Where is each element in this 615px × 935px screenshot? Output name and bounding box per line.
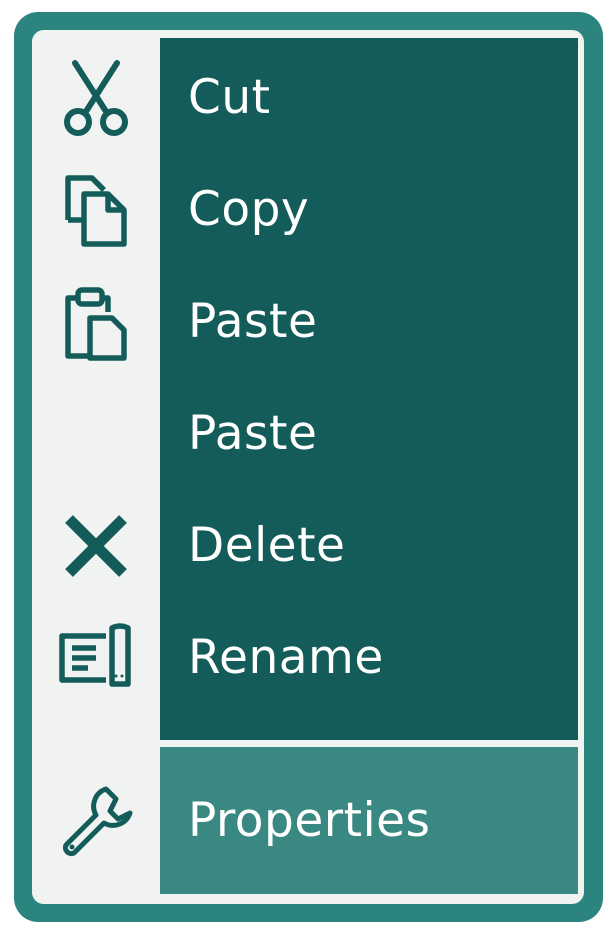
empty-icon-slot <box>32 378 160 490</box>
menu-item-delete[interactable]: Delete <box>32 490 578 602</box>
menu-item-label: Paste <box>188 294 318 349</box>
wrench-icon <box>32 747 160 894</box>
menu-item-cut[interactable]: Cut <box>32 42 578 154</box>
menu-item-label: Delete <box>188 518 346 573</box>
context-menu-body: Cut Copy Paste Paste Delete Rename Prope… <box>32 30 584 904</box>
menu-item-label: Cut <box>188 70 271 125</box>
menu-item-properties[interactable]: Properties <box>32 747 578 894</box>
menu-item-paste-2[interactable]: Paste <box>32 378 578 490</box>
copy-icon <box>32 154 160 266</box>
menu-item-rename[interactable]: Rename <box>32 602 578 714</box>
menu-item-label: Rename <box>188 630 384 685</box>
menu-item-label: Properties <box>188 793 431 848</box>
menu-item-copy[interactable]: Copy <box>32 154 578 266</box>
menu-separator <box>160 740 578 747</box>
clipboard-paste-icon <box>32 266 160 378</box>
menu-item-label: Paste <box>188 406 318 461</box>
menu-item-paste[interactable]: Paste <box>32 266 578 378</box>
close-x-icon <box>32 490 160 602</box>
rename-field-icon <box>32 602 160 714</box>
scissors-icon <box>32 42 160 154</box>
menu-item-label: Copy <box>188 182 310 237</box>
